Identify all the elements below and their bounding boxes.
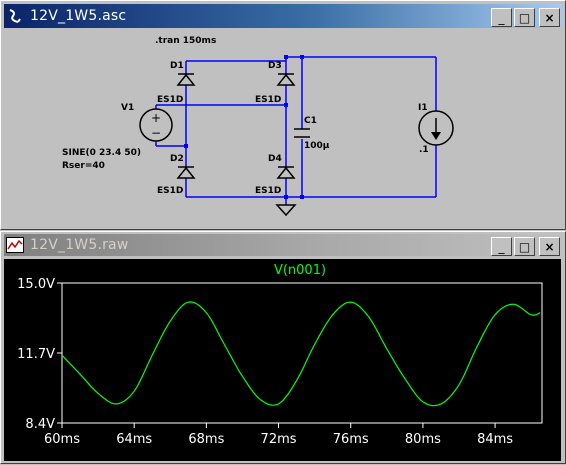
waveform-plot[interactable]: V(n001) 15.0V 11.7V 8.4V 60ms 64ms 68ms 72ms 7…	[4, 259, 561, 461]
v1-label: V1	[121, 103, 134, 113]
d4-model: ES1D	[255, 186, 281, 196]
trace-v-n001[interactable]	[61, 301, 541, 407]
i1-label: I1	[418, 103, 428, 113]
waveform-titlebar[interactable]: 12V_1W5.raw	[4, 234, 562, 256]
diode-d1[interactable]	[176, 73, 196, 86]
plot-frame	[61, 282, 543, 424]
schematic-window: 12V_1W5.asc _ □ × + − .tran 150ms D1 ES1…	[0, 0, 566, 230]
y-tick-label: 15.0V	[17, 277, 55, 292]
d3-label: D3	[268, 61, 282, 71]
minimize-button[interactable]: _	[491, 237, 512, 256]
diode-d2[interactable]	[176, 166, 196, 179]
maximize-button[interactable]: □	[514, 237, 535, 256]
capacitor-c1[interactable]	[294, 128, 310, 138]
x-tick-label: 60ms	[44, 432, 80, 447]
ground-symbol[interactable]	[275, 204, 297, 217]
schematic-canvas[interactable]: + − .tran 150ms D1 ES1D D3 ES1D D2 ES1D …	[6, 31, 560, 224]
x-tick-label: 64ms	[116, 432, 152, 447]
v1-value: SINE(0 23.4 50)	[62, 148, 141, 158]
tran-directive[interactable]: .tran 150ms	[155, 36, 216, 46]
voltage-source-v1[interactable]: + −	[139, 108, 173, 142]
schematic-wires	[155, 56, 437, 205]
schematic-window-title: 12V_1W5.asc	[30, 8, 127, 24]
d1-label: D1	[170, 61, 184, 71]
i1-value: .1	[419, 145, 429, 155]
d1-model: ES1D	[157, 95, 183, 105]
d2-model: ES1D	[157, 186, 183, 196]
x-tick-label: 72ms	[261, 432, 297, 447]
minimize-button[interactable]: _	[491, 8, 512, 27]
y-tick-label: 8.4V	[25, 417, 55, 432]
c1-label: C1	[304, 116, 317, 126]
diode-d4[interactable]	[276, 166, 296, 179]
close-button[interactable]: ×	[539, 237, 560, 256]
d3-model: ES1D	[255, 95, 281, 105]
waveform-window: 12V_1W5.raw _ □ × V(n001) 15.0V 11.7V 8.4V…	[0, 231, 566, 464]
svg-text:+: +	[151, 111, 161, 125]
v1-rser: Rser=40	[62, 161, 105, 171]
close-button[interactable]: ×	[539, 8, 560, 27]
x-tick-label: 84ms	[477, 432, 513, 447]
d2-label: D2	[170, 154, 184, 164]
d4-label: D4	[268, 154, 282, 164]
schematic-titlebar[interactable]: 12V_1W5.asc	[4, 4, 562, 28]
x-tick-label: 68ms	[188, 432, 224, 447]
waveform-window-title: 12V_1W5.raw	[30, 237, 129, 253]
current-source-i1[interactable]	[418, 110, 454, 146]
x-tick-label: 80ms	[405, 432, 441, 447]
c1-value: 100µ	[304, 141, 330, 151]
svg-text:−: −	[151, 126, 161, 140]
diode-d3[interactable]	[276, 73, 296, 86]
y-tick-label: 11.7V	[17, 347, 55, 362]
schematic-app-icon[interactable]	[6, 7, 24, 25]
maximize-button[interactable]: □	[514, 8, 535, 27]
waveform-app-icon[interactable]	[6, 236, 24, 254]
x-tick-label: 76ms	[333, 432, 369, 447]
chart-title[interactable]: V(n001)	[274, 263, 326, 278]
